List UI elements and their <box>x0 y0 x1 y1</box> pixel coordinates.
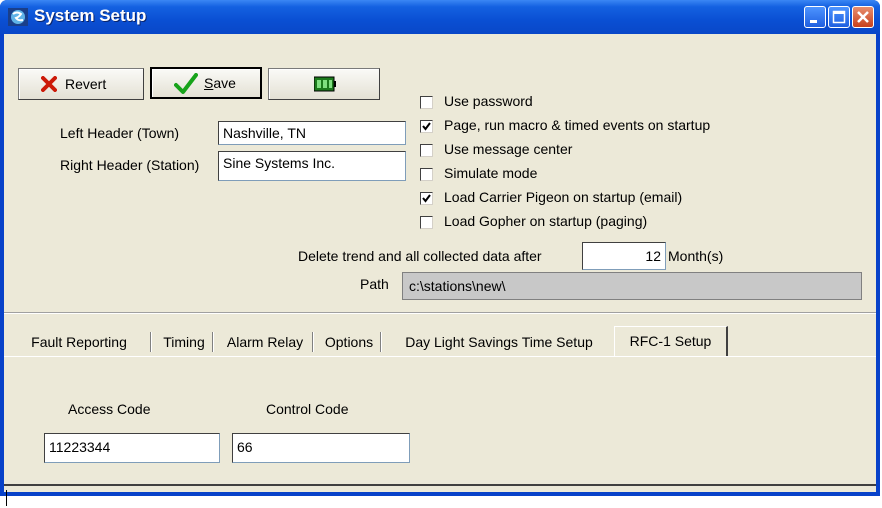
tab-divider <box>150 332 152 352</box>
option-label: Use password <box>444 93 533 109</box>
red-x-icon <box>41 76 57 92</box>
checkbox[interactable] <box>420 96 433 109</box>
tab-options[interactable]: Options <box>318 330 380 354</box>
rfc-1-setup-panel: Access Code 11223344 Control Code 66 <box>4 356 876 486</box>
revert-label: Revert <box>65 76 107 92</box>
save-button[interactable]: Save <box>150 67 262 99</box>
right-header-input[interactable]: Sine Systems Inc. <box>218 151 406 181</box>
tab-divider <box>312 332 314 352</box>
checkbox[interactable] <box>420 168 433 181</box>
option-label: Load Gopher on startup (paging) <box>444 213 648 229</box>
close-icon <box>857 11 869 23</box>
retention-unit: Month(s) <box>668 248 724 264</box>
checkbox[interactable] <box>420 216 433 229</box>
tab-divider <box>212 332 214 352</box>
maximize-icon <box>832 10 846 24</box>
option-label: Load Carrier Pigeon on startup (email) <box>444 189 683 205</box>
revert-button[interactable]: Revert <box>18 68 144 100</box>
tab-alarm-relay[interactable]: Alarm Relay <box>218 330 312 354</box>
retention-label: Delete trend and all collected data afte… <box>298 248 542 264</box>
left-header-input[interactable]: Nashville, TN <box>218 121 406 145</box>
checkbox[interactable] <box>420 192 433 205</box>
green-checkmark-icon <box>174 73 198 94</box>
tab-timing[interactable]: Timing <box>156 330 212 354</box>
minimize-icon <box>810 20 817 23</box>
system-setup-window: System Setup Revert Save Left Header (To… <box>0 0 880 496</box>
tab-rfc-1-setup[interactable]: RFC-1 Setup <box>614 326 728 356</box>
green-battery-icon <box>314 76 336 92</box>
section-divider <box>4 312 876 314</box>
access-code-input[interactable]: 11223344 <box>44 433 220 463</box>
control-code-input[interactable]: 66 <box>232 433 410 463</box>
control-code-label: Control Code <box>266 401 349 417</box>
maximize-button[interactable] <box>828 6 850 28</box>
tab-daylight-savings[interactable]: Day Light Savings Time Setup <box>386 330 612 354</box>
option-label: Use message center <box>444 141 573 157</box>
left-header-label: Left Header (Town) <box>60 125 180 141</box>
app-icon <box>8 8 28 26</box>
access-code-label: Access Code <box>68 401 151 417</box>
checkbox[interactable] <box>420 144 433 157</box>
option-label: Simulate mode <box>444 165 538 181</box>
path-label: Path <box>360 276 389 292</box>
retention-months-input[interactable]: 12 <box>582 242 666 270</box>
tab-strip: Fault Reporting Timing Alarm Relay Optio… <box>4 326 744 356</box>
title-bar[interactable]: System Setup <box>0 0 880 34</box>
path-input[interactable]: c:\stations\new\ <box>402 272 862 300</box>
dialog-client-area: Revert Save Left Header (Town) Nashville… <box>4 34 876 492</box>
tab-fault-reporting[interactable]: Fault Reporting <box>8 330 150 354</box>
checkmark-icon <box>422 122 431 131</box>
window-title: System Setup <box>34 6 147 25</box>
right-header-label: Right Header (Station) <box>60 157 200 173</box>
battery-button[interactable] <box>268 68 380 100</box>
checkmark-icon <box>422 194 431 203</box>
checkbox[interactable] <box>420 120 433 133</box>
tab-divider <box>380 332 382 352</box>
minimize-button[interactable] <box>804 6 826 28</box>
save-label: Save <box>204 75 236 91</box>
close-button[interactable] <box>852 6 874 28</box>
option-label: Page, run macro & timed events on startu… <box>444 117 711 133</box>
text-cursor <box>6 490 7 506</box>
